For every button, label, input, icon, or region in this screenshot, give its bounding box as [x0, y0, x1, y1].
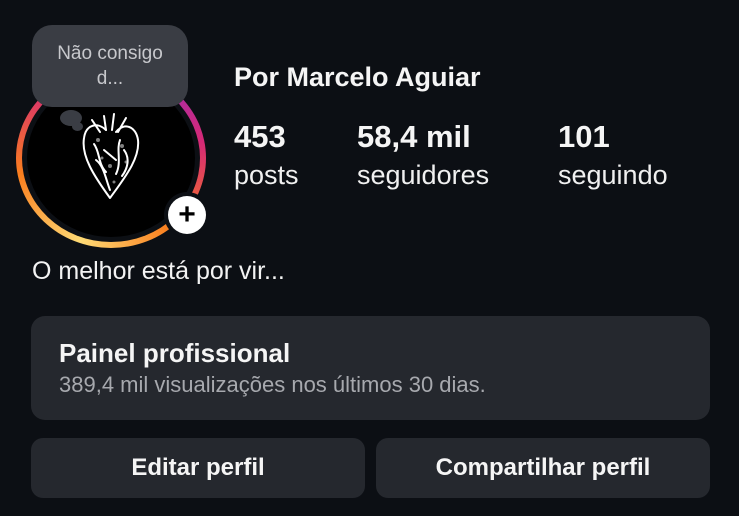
edit-profile-button[interactable]: Editar perfil: [31, 438, 365, 498]
following-count: 101: [558, 119, 610, 154]
stat-following[interactable]: 101 seguindo: [558, 118, 668, 194]
anatomical-heart-icon: [82, 113, 140, 199]
note-bubble-tail-small: [72, 122, 83, 131]
panel-title: Painel profissional: [59, 338, 291, 368]
stat-posts[interactable]: 453 posts: [234, 118, 299, 194]
profile-bio: O melhor está por vir...: [32, 257, 285, 285]
note-bubble[interactable]: Não consigo d...: [32, 25, 188, 107]
panel-subtitle: 389,4 mil visualizações nos últimos 30 d…: [59, 372, 486, 397]
followers-count: 58,4 mil: [357, 119, 471, 154]
posts-count: 453: [234, 119, 286, 154]
plus-icon: +: [168, 196, 206, 234]
stat-followers[interactable]: 58,4 mil seguidores: [357, 118, 489, 194]
following-label: seguindo: [558, 160, 668, 190]
profile-name: Por Marcelo Aguiar: [234, 62, 481, 92]
posts-label: posts: [234, 160, 299, 190]
note-text: Não consigo d...: [57, 43, 163, 89]
add-story-button[interactable]: +: [164, 192, 210, 238]
professional-dashboard-card[interactable]: Painel profissional 389,4 mil visualizaç…: [31, 316, 710, 420]
profile-header: + Não consigo d... Por Marcelo Aguiar 45…: [0, 0, 739, 516]
followers-label: seguidores: [357, 160, 490, 190]
share-profile-button[interactable]: Compartilhar perfil: [376, 438, 710, 498]
